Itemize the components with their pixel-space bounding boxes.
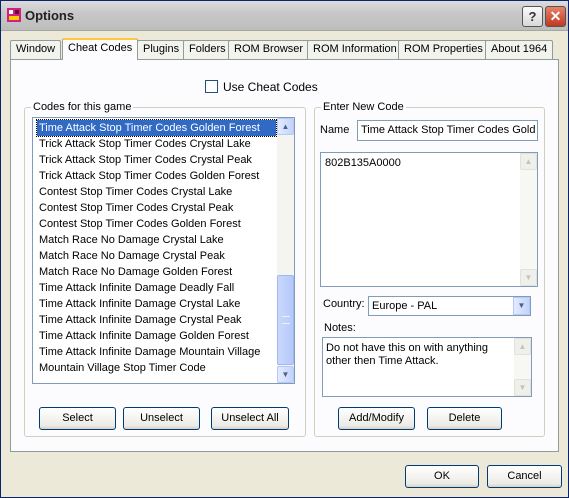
country-label: Country: — [323, 298, 365, 310]
list-item[interactable]: Time Attack Infinite Damage Deadly Fall — [33, 280, 278, 296]
list-item[interactable]: Time Attack Infinite Damage Golden Fores… — [33, 328, 278, 344]
notes-label: Notes: — [324, 322, 356, 334]
notes-scroll-up-button[interactable]: ▲ — [514, 338, 531, 355]
tab-cheat-codes[interactable]: Cheat Codes — [62, 38, 139, 60]
code-scroll-down-button[interactable]: ▼ — [520, 269, 537, 286]
tab-window[interactable]: Window — [10, 40, 62, 59]
name-input[interactable]: Time Attack Stop Timer Codes Gold — [357, 120, 538, 141]
scroll-up-button[interactable]: ▲ — [277, 118, 294, 135]
app-icon — [7, 8, 21, 22]
help-button[interactable]: ? — [522, 6, 543, 27]
list-item[interactable]: Contest Stop Timer Codes Golden Forest — [33, 216, 278, 232]
title-bar[interactable]: Options ? ✕ — [1, 1, 568, 31]
tab-rom-properties[interactable]: ROM Properties — [398, 40, 489, 59]
notes-value: Do not have this on with anything other … — [326, 342, 489, 367]
list-item[interactable]: Contest Stop Timer Codes Crystal Peak — [33, 200, 278, 216]
notes-scrollbar[interactable]: ▲ ▼ — [514, 338, 531, 396]
codes-scrollbar[interactable]: ▲ ▼ — [277, 118, 294, 383]
list-item[interactable]: Time Attack Infinite Damage Crystal Lake — [33, 296, 278, 312]
notes-scroll-down-button[interactable]: ▼ — [514, 379, 531, 396]
tab-plugins[interactable]: Plugins — [137, 40, 186, 59]
close-button[interactable]: ✕ — [545, 6, 566, 27]
list-item[interactable]: Trick Attack Stop Timer Codes Golden For… — [33, 168, 278, 184]
codes-listbox[interactable]: Time Attack Stop Timer Codes Golden Fore… — [32, 117, 295, 384]
unselect-all-button[interactable]: Unselect All — [211, 407, 289, 430]
tab-about[interactable]: About 1964 — [485, 40, 554, 59]
list-item[interactable]: Match Race No Damage Golden Forest — [33, 264, 278, 280]
list-item[interactable]: Time Attack Infinite Damage Mountain Vil… — [33, 344, 278, 360]
ok-button[interactable]: OK — [405, 465, 479, 488]
window-title: Options — [25, 8, 75, 23]
list-item[interactable]: Time Attack Infinite Damage Crystal Peak — [33, 312, 278, 328]
use-cheat-codes-checkbox[interactable] — [205, 80, 218, 93]
tab-folders[interactable]: Folders — [183, 40, 232, 59]
scroll-thumb[interactable] — [277, 275, 294, 365]
country-value: Europe - PAL — [372, 300, 438, 312]
code-value: 802B135A0000 — [325, 157, 401, 169]
select-button[interactable]: Select — [39, 407, 116, 430]
scroll-down-button[interactable]: ▼ — [277, 366, 294, 383]
list-item[interactable]: Trick Attack Stop Timer Codes Crystal Pe… — [33, 152, 278, 168]
cancel-button[interactable]: Cancel — [487, 465, 562, 488]
tab-rom-information[interactable]: ROM Information — [307, 40, 403, 59]
notes-textarea[interactable]: Do not have this on with anything other … — [322, 337, 532, 397]
use-cheat-codes-label[interactable]: Use Cheat Codes — [223, 80, 318, 94]
list-item[interactable]: Trick Attack Stop Timer Codes Crystal La… — [33, 136, 278, 152]
code-textarea[interactable]: 802B135A0000 ▲ ▼ — [320, 152, 538, 287]
tab-rom-browser[interactable]: ROM Browser — [228, 40, 310, 59]
list-item[interactable]: Match Race No Damage Crystal Lake — [33, 232, 278, 248]
new-code-group-label: Enter New Code — [321, 101, 406, 113]
chevron-down-icon[interactable]: ▼ — [513, 297, 530, 315]
list-item[interactable]: Mountain Village Stop Timer Code — [33, 360, 278, 376]
country-select[interactable]: Europe - PAL ▼ — [368, 296, 531, 316]
add-modify-button[interactable]: Add/Modify — [338, 407, 415, 430]
list-item[interactable]: Match Race No Damage Crystal Peak — [33, 248, 278, 264]
list-item[interactable]: Contest Stop Timer Codes Crystal Lake — [33, 184, 278, 200]
code-scroll-up-button[interactable]: ▲ — [520, 153, 537, 170]
codes-list: Time Attack Stop Timer Codes Golden Fore… — [33, 118, 278, 383]
options-dialog: Options ? ✕ Window Cheat Codes Plugins F… — [0, 0, 569, 498]
code-scrollbar[interactable]: ▲ ▼ — [520, 153, 537, 286]
name-label: Name — [320, 124, 350, 136]
delete-button[interactable]: Delete — [427, 407, 502, 430]
grip-icon — [282, 316, 290, 324]
unselect-button[interactable]: Unselect — [123, 407, 200, 430]
list-item-selected[interactable]: Time Attack Stop Timer Codes Golden Fore… — [36, 119, 277, 137]
codes-group-label: Codes for this game — [31, 101, 134, 113]
